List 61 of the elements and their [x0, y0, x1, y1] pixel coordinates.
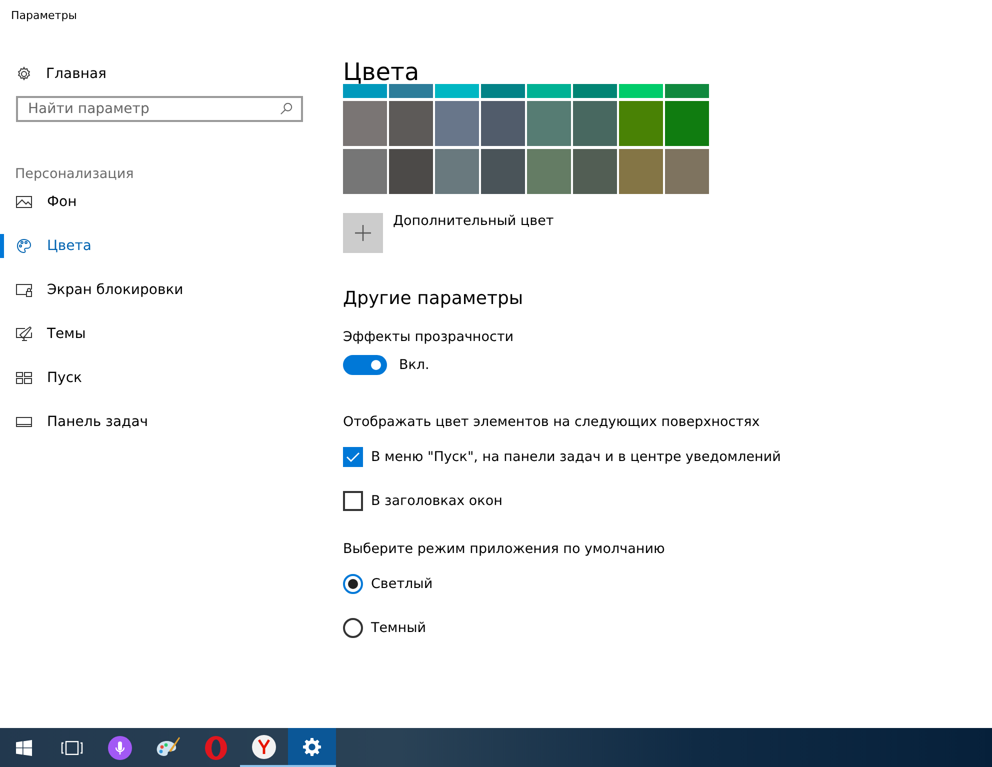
color-swatch[interactable] [343, 149, 387, 194]
checkbox[interactable] [343, 491, 363, 511]
toggle-state: Вкл. [399, 357, 430, 373]
color-swatch[interactable] [619, 149, 663, 194]
color-swatch[interactable] [343, 101, 387, 146]
setting-label: Выберите режим приложения по умолчанию [343, 541, 666, 557]
radio-button[interactable] [343, 574, 363, 594]
color-swatch[interactable] [665, 84, 709, 98]
radio-label: Темный [371, 620, 426, 636]
tiles-icon [16, 370, 32, 386]
setting-label: Эффекты прозрачности [343, 329, 515, 345]
color-swatch[interactable] [435, 149, 479, 194]
yandex-browser-icon [252, 734, 276, 758]
color-swatch[interactable] [619, 101, 663, 146]
picture-icon [16, 194, 32, 210]
taskbar-icon [16, 414, 32, 430]
checkbox[interactable] [343, 447, 363, 467]
color-swatch[interactable] [481, 101, 525, 146]
add-color-button[interactable] [343, 213, 383, 253]
toggle-switch[interactable] [343, 355, 387, 375]
settings-icon [303, 738, 321, 756]
microphone-icon [108, 736, 132, 760]
color-swatch[interactable] [343, 84, 387, 98]
opera-icon [204, 736, 228, 760]
color-swatch[interactable] [573, 84, 617, 98]
color-swatch[interactable] [665, 101, 709, 146]
search-field[interactable]: Найти параметр [16, 96, 303, 122]
color-swatch[interactable] [389, 149, 433, 194]
settings-icon [16, 66, 32, 82]
color-swatch[interactable] [481, 149, 525, 194]
plus-icon [355, 225, 371, 241]
color-swatch[interactable] [619, 84, 663, 98]
color-swatch[interactable] [665, 149, 709, 194]
color-swatch[interactable] [389, 101, 433, 146]
task-view-icon [61, 740, 83, 754]
color-swatch[interactable] [435, 101, 479, 146]
radio-label: Светлый [371, 576, 433, 592]
window-title: Параметры [10, 8, 78, 24]
checkbox-label: В заголовках окон [371, 493, 502, 509]
checkbox-label: В меню "Пуск", на панели задач и в центре уведомлений [371, 449, 781, 465]
brush-icon [16, 326, 32, 342]
section-heading: Другие параметры [343, 288, 524, 309]
windows-icon [16, 740, 32, 756]
setting-label: Отображать цвет элементов на следующих поверхностях [343, 414, 761, 430]
color-swatch[interactable] [527, 84, 571, 98]
page-title: Цвета [343, 58, 420, 84]
home-link[interactable]: Главная [0, 62, 106, 86]
section-heading: Персонализация [15, 166, 135, 182]
color-swatch[interactable] [527, 149, 571, 194]
taskbar-button[interactable] [288, 728, 336, 767]
color-swatch[interactable] [389, 84, 433, 98]
add-color-label: Дополнительный цвет [393, 213, 554, 231]
search-icon [280, 102, 293, 115]
color-swatch[interactable] [573, 101, 617, 146]
color-swatch[interactable] [481, 84, 525, 98]
color-swatch[interactable] [527, 101, 571, 146]
lock-screen-icon [16, 282, 32, 298]
color-swatch[interactable] [435, 84, 479, 98]
radio-button[interactable] [343, 618, 363, 638]
color-swatch[interactable] [573, 149, 617, 194]
palette-icon [16, 238, 32, 254]
